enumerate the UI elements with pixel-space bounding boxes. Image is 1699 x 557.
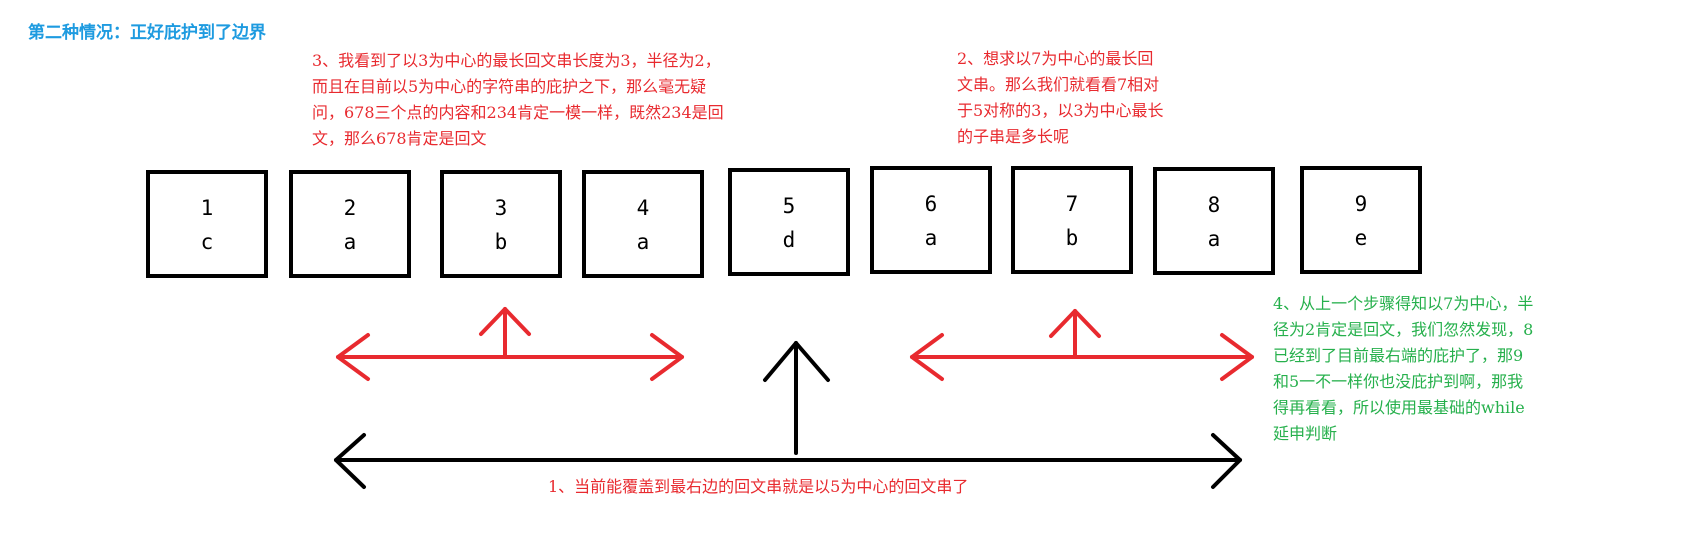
right-red-arrow: [910, 309, 1254, 381]
arrows-layer: [334, 307, 1254, 489]
black-arrow: [334, 341, 1242, 489]
left-red-arrow: [336, 307, 684, 381]
